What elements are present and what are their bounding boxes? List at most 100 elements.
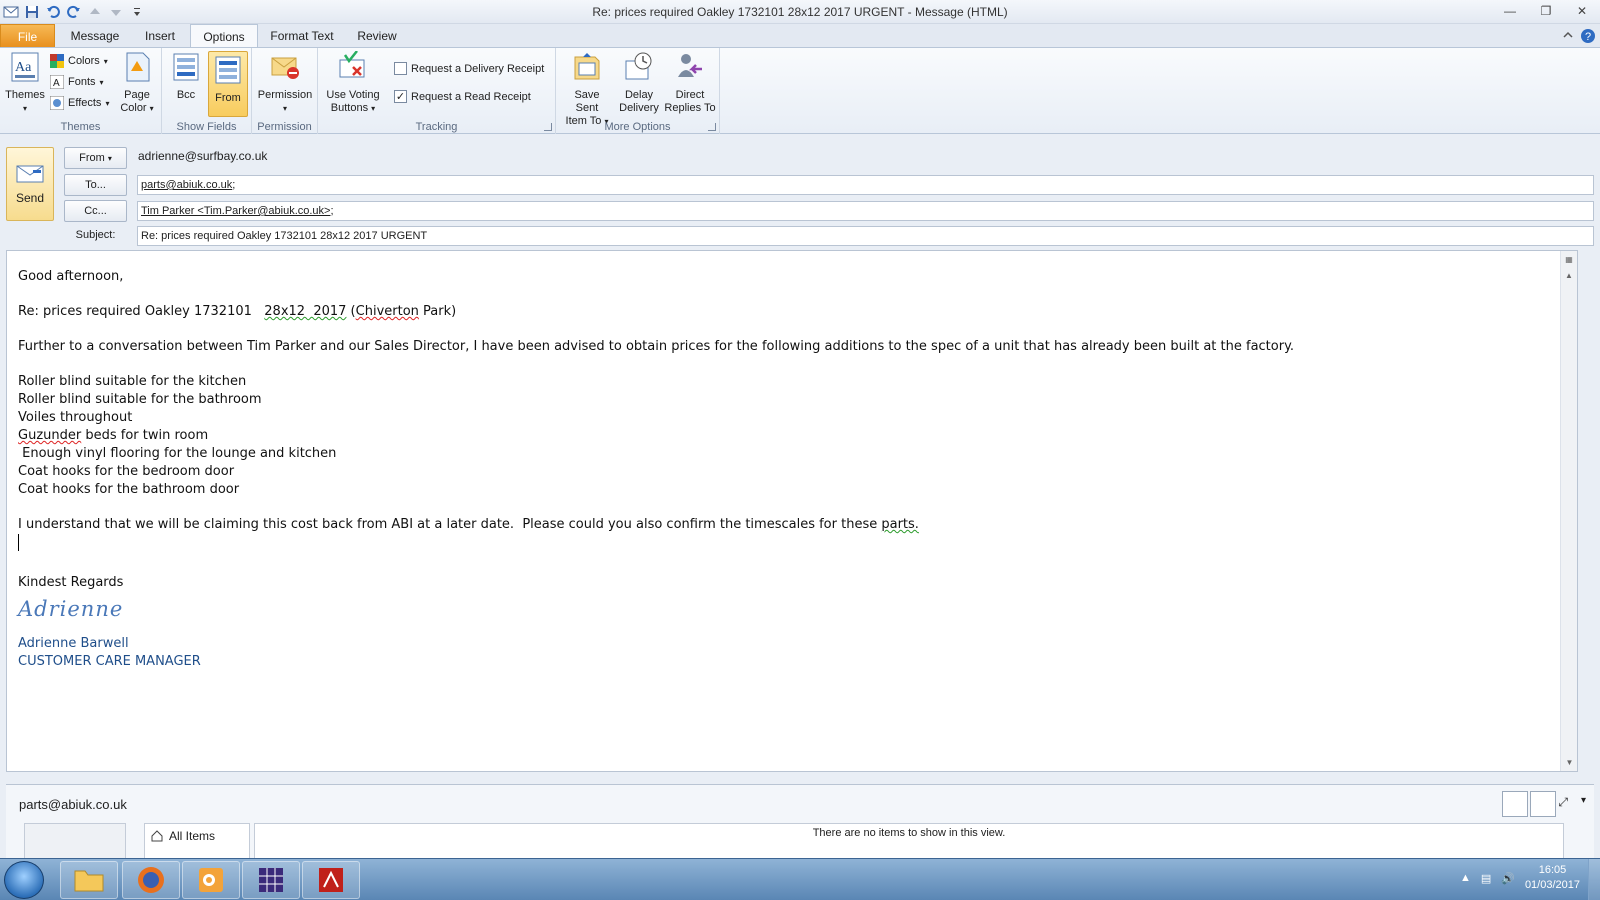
signature-name: Adrienne Barwell <box>18 636 129 651</box>
page-color-label-2-text: Color <box>120 102 147 114</box>
delivery-receipt-checkbox[interactable] <box>394 62 407 75</box>
people-pane-empty-message: There are no items to show in this view. <box>254 823 1564 859</box>
scroll-up-arrow[interactable]: ▲ <box>1562 268 1577 283</box>
acrobat-taskbar-button[interactable] <box>302 861 360 899</box>
voting-label-1: Use Voting <box>326 89 380 101</box>
explorer-taskbar-button[interactable] <box>60 861 118 899</box>
cc-field[interactable]: Tim Parker <Tim.Parker@abiuk.co.uk>; <box>137 201 1594 221</box>
expand-pane-icon[interactable]: ⤢ <box>1558 795 1568 810</box>
collapse-pane-icon[interactable]: ▾ <box>1581 795 1586 806</box>
from-toggle-label: From <box>215 92 241 104</box>
all-items-label: All Items <box>169 829 216 843</box>
page-color-label-2: Color ▾ <box>120 102 154 114</box>
system-tray: ▲ ▤ 🔊 16:05 01/03/2017 <box>1460 863 1580 893</box>
bcc-button[interactable]: Bcc <box>168 51 204 102</box>
signature-title: CUSTOMER CARE MANAGER <box>18 654 201 669</box>
colors-icon <box>50 54 64 68</box>
outlook-icon <box>199 868 223 892</box>
direct-replies-button[interactable]: Direct Replies To <box>664 51 716 115</box>
tab-format-text[interactable]: Format Text <box>262 24 342 48</box>
from-dropdown-button[interactable]: From ▾ <box>64 147 127 169</box>
person-photo-icon[interactable] <box>1502 791 1528 817</box>
contact-avatar <box>24 823 126 859</box>
fonts-button[interactable]: A Fonts ▾ <box>50 75 104 89</box>
voting-icon <box>339 50 365 78</box>
permission-button[interactable]: Permission ▾ <box>256 51 314 115</box>
tab-options[interactable]: Options <box>190 24 258 49</box>
tab-review[interactable]: Review <box>346 24 408 48</box>
to-field[interactable]: parts@abiuk.co.uk; <box>137 175 1594 195</box>
colors-button[interactable]: Colors ▾ <box>50 54 108 68</box>
person-photo-icon[interactable] <box>1530 791 1556 817</box>
bcc-icon <box>173 53 199 81</box>
tracking-dialog-launcher[interactable] <box>544 123 552 131</box>
help-icon[interactable]: ? <box>1580 28 1596 44</box>
body-scrollbar[interactable]: ▦ ▲ ▼ <box>1560 251 1577 771</box>
ruler-toggle-icon[interactable]: ▦ <box>1562 252 1577 267</box>
to-recipient[interactable]: parts@abiuk.co.uk <box>141 179 232 191</box>
reference-paren: ( <box>346 304 356 319</box>
tab-file[interactable]: File <box>0 24 55 48</box>
minimize-button[interactable]: — <box>1492 0 1528 22</box>
colors-label: Colors <box>68 55 100 67</box>
read-receipt-option[interactable]: ✓ Request a Read Receipt <box>394 90 531 103</box>
tab-message[interactable]: Message <box>60 24 130 48</box>
fonts-icon: A <box>50 75 64 89</box>
delay-delivery-button[interactable]: Delay Delivery <box>616 51 662 115</box>
paragraph-1: Further to a conversation between Tim Pa… <box>18 339 1295 354</box>
ribbon-tabs: File Message Insert Options Format Text … <box>0 24 1600 49</box>
reference-line: Re: prices required Oakley 1732101 28x12… <box>18 303 1294 321</box>
read-receipt-label: Request a Read Receipt <box>411 90 531 103</box>
cc-separator: ; <box>330 205 334 217</box>
tab-insert[interactable]: Insert <box>134 24 186 48</box>
from-toggle-button[interactable]: From <box>208 51 248 117</box>
volume-icon[interactable]: 🔊 <box>1501 872 1515 885</box>
restore-button[interactable]: ❐ <box>1528 0 1564 22</box>
text-cursor <box>18 534 19 551</box>
ribbon: Aa Themes ▾ Colors ▾ A Fonts ▾ Effects ▾ Pa… <box>0 47 1600 134</box>
subject-field[interactable]: Re: prices required Oakley 1732101 28x12… <box>137 226 1594 246</box>
to-separator: ; <box>232 179 236 191</box>
themes-button[interactable]: Aa Themes ▾ <box>4 51 46 115</box>
list-item: Coat hooks for the bathroom door <box>18 482 240 497</box>
network-icon[interactable]: ▤ <box>1481 872 1491 885</box>
app-taskbar-button[interactable] <box>242 861 300 899</box>
permission-icon <box>271 57 299 79</box>
more-options-group: Save Sent Item To ▾ Delay Delivery Direc… <box>556 48 720 134</box>
window-controls: — ❐ ✕ <box>1492 0 1600 22</box>
page-color-icon <box>126 52 150 82</box>
to-button[interactable]: To... <box>64 174 127 196</box>
close-button[interactable]: ✕ <box>1564 0 1600 22</box>
cc-button[interactable]: Cc... <box>64 200 127 222</box>
effects-button[interactable]: Effects ▾ <box>50 96 109 110</box>
fonts-label: Fonts <box>68 76 96 88</box>
minimize-ribbon-icon[interactable] <box>1562 28 1574 42</box>
list-item: Voiles throughout <box>18 410 133 425</box>
svg-text:A: A <box>53 78 60 89</box>
clock[interactable]: 16:05 01/03/2017 <box>1525 863 1580 893</box>
message-body[interactable]: Good afternoon, Re: prices required Oakl… <box>6 250 1578 772</box>
firefox-icon <box>138 867 164 893</box>
more-options-dialog-launcher[interactable] <box>708 123 716 131</box>
delivery-receipt-option[interactable]: Request a Delivery Receipt <box>394 62 544 75</box>
voting-buttons-button[interactable]: Use Voting Buttons ▾ <box>322 50 384 115</box>
read-receipt-checkbox[interactable]: ✓ <box>394 90 407 103</box>
save-sent-item-button[interactable]: Save Sent Item To ▾ <box>562 51 612 128</box>
direct-replies-icon <box>678 54 702 77</box>
cc-recipient[interactable]: Tim Parker <Tim.Parker@abiuk.co.uk> <box>141 205 330 217</box>
ribbon-corner-controls: ? <box>1562 28 1596 44</box>
scroll-down-arrow[interactable]: ▼ <box>1562 755 1577 770</box>
outlook-taskbar-button[interactable] <box>182 861 240 899</box>
list-item: Coat hooks for the bedroom door <box>18 464 235 479</box>
start-button[interactable] <box>4 861 44 899</box>
send-button[interactable]: Send <box>6 147 54 221</box>
page-color-button[interactable]: Page Color ▾ <box>116 51 158 115</box>
message-body-text[interactable]: Good afternoon, Re: prices required Oakl… <box>18 268 1294 671</box>
firefox-taskbar-button[interactable] <box>122 861 180 899</box>
from-dropdown-label: From <box>79 152 105 164</box>
all-items-filter[interactable]: All Items <box>151 829 215 843</box>
show-desktop-button[interactable] <box>1588 859 1600 900</box>
permission-group: Permission ▾ Permission <box>252 48 318 134</box>
show-hidden-icons-icon[interactable]: ▲ <box>1460 872 1471 884</box>
reference-place: Chiverton <box>355 304 419 319</box>
